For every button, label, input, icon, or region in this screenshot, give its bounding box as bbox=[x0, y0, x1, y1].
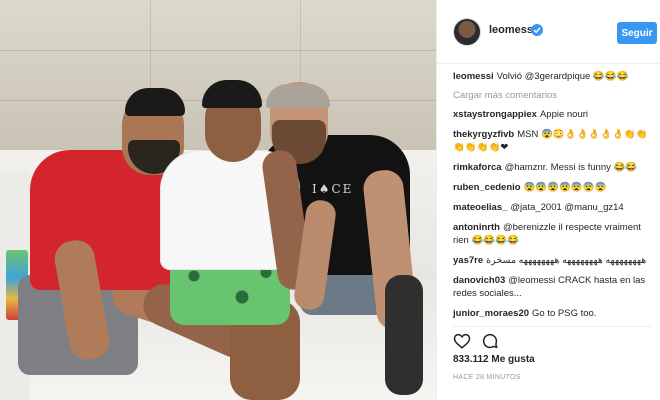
photo-person-right-cap bbox=[266, 84, 330, 108]
photo-person-right-leg bbox=[385, 275, 423, 395]
comment-text: @hamznr. Messi is funny 😂😂 bbox=[504, 162, 638, 173]
action-bar bbox=[453, 332, 653, 350]
caption-username[interactable]: leomessi bbox=[453, 71, 494, 82]
comment-username[interactable]: thekyrgyzfivb bbox=[453, 129, 514, 140]
comment-icon[interactable] bbox=[481, 332, 499, 350]
comment-username[interactable]: danovich03 bbox=[453, 275, 505, 286]
list-item: xstaystrongappiex Appie nouri bbox=[453, 108, 657, 121]
comment-username[interactable]: mateoelias_ bbox=[453, 202, 507, 213]
caption: leomessi Volvió @3gerardpique 😂😂😂 bbox=[453, 70, 657, 83]
list-item: yas7re ههههههههه ههههههههه ههههههههه مسخر… bbox=[453, 254, 657, 267]
photo-shirt-print-text: I♠CE bbox=[312, 182, 354, 196]
post-timestamp: HACE 28 MINUTOS bbox=[453, 374, 521, 381]
verified-badge-icon bbox=[531, 24, 543, 36]
caption-text: Volvió @3gerardpique 😂😂😂 bbox=[496, 71, 629, 82]
comment-text: 😨😨😨😨😨😨😨 bbox=[523, 182, 607, 193]
list-item: junior_moraes20 Go to PSG too. bbox=[453, 307, 657, 320]
heart-icon[interactable] bbox=[453, 332, 471, 350]
comment-text: @jata_2001 @manu_gz14 bbox=[510, 202, 624, 213]
likes-count[interactable]: 833.112 Me gusta bbox=[453, 354, 535, 365]
comment-text: Go to PSG too. bbox=[532, 308, 597, 319]
list-item: ruben_cedenio 😨😨😨😨😨😨😨 bbox=[453, 181, 657, 194]
header-username[interactable]: leomessi bbox=[489, 24, 536, 36]
comments-list: leomessi Volvió @3gerardpique 😂😂😂 Cargar … bbox=[453, 70, 657, 327]
post-photo[interactable]: I♠CE bbox=[0, 0, 436, 400]
comment-username[interactable]: ruben_cedenio bbox=[453, 182, 521, 193]
list-item: antoninrth @berenizzle il respecte vraime… bbox=[453, 221, 657, 247]
photo-wall-line bbox=[0, 50, 436, 51]
comment-text: ههههههههه ههههههههه ههههههههه مسخرة bbox=[486, 255, 647, 266]
list-item: thekyrgyzfivb MSN 😨😳👌👌👌👌👌👏👏👏👏👏👏❤ bbox=[453, 128, 657, 154]
footer-divider bbox=[453, 326, 653, 327]
avatar[interactable] bbox=[453, 18, 481, 46]
list-item: mateoelias_ @jata_2001 @manu_gz14 bbox=[453, 201, 657, 214]
post-side-panel: leomessi Seguir leomessi Volvió @3gerardp… bbox=[436, 0, 660, 400]
list-item: rimkaforca @hamznr. Messi is funny 😂😂 bbox=[453, 161, 657, 174]
list-item: danovich03 @leomessi CRACK hasta en las r… bbox=[453, 274, 657, 300]
comment-username[interactable]: junior_moraes20 bbox=[453, 308, 529, 319]
comment-username[interactable]: xstaystrongappiex bbox=[453, 109, 537, 120]
comment-username[interactable]: antoninrth bbox=[453, 222, 500, 233]
photo-person-left-hair bbox=[125, 88, 185, 116]
comment-username[interactable]: rimkaforca bbox=[453, 162, 502, 173]
load-more-comments-link[interactable]: Cargar más comentarios bbox=[453, 90, 657, 101]
post-header: leomessi Seguir bbox=[437, 0, 660, 64]
comment-text: Appie nouri bbox=[539, 109, 589, 120]
comment-username[interactable]: yas7re bbox=[453, 255, 483, 266]
follow-button[interactable]: Seguir bbox=[617, 22, 657, 44]
